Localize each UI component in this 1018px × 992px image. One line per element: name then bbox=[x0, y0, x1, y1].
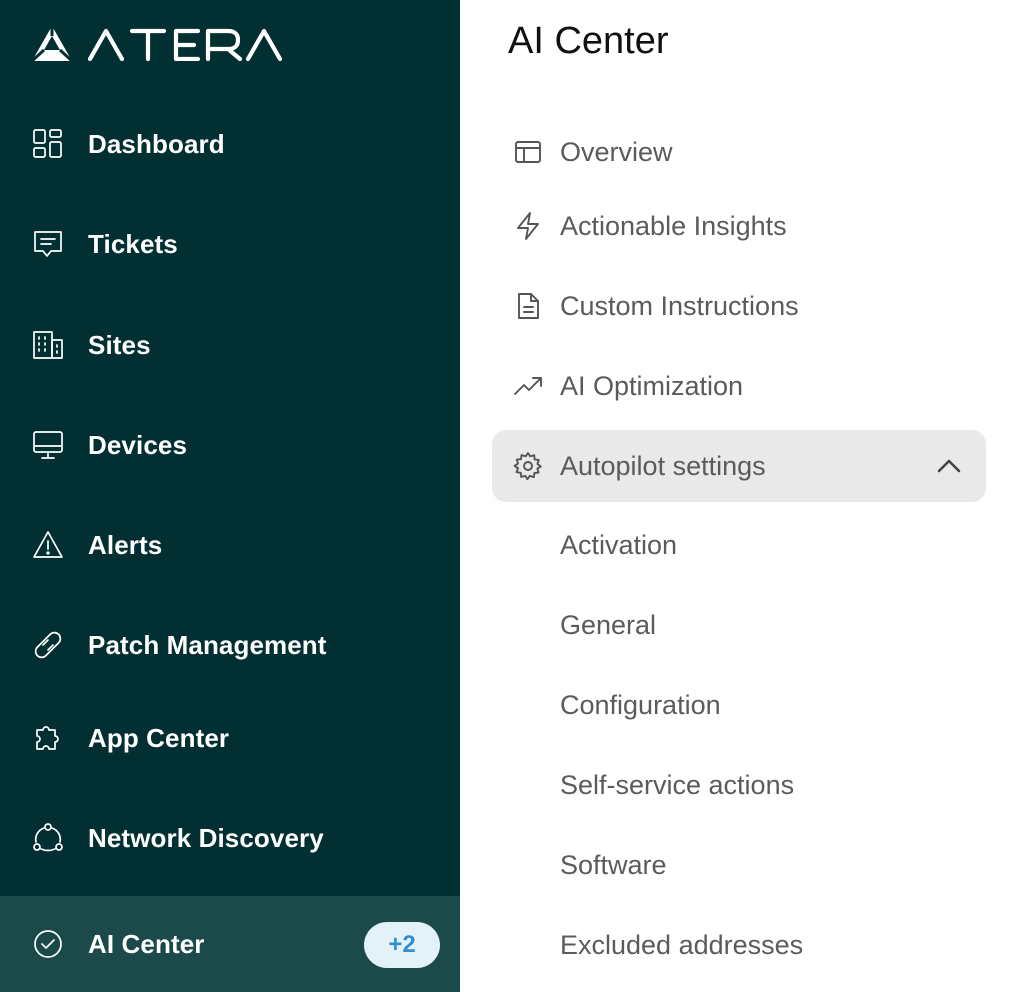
menu-item-label: Autopilot settings bbox=[560, 450, 766, 481]
sidebar-item-label: Network Discovery bbox=[88, 822, 324, 853]
sidebar-item-alerts[interactable]: Alerts bbox=[0, 515, 460, 575]
warning-triangle-icon bbox=[30, 527, 66, 563]
submenu-item-activation[interactable]: Activation bbox=[560, 520, 677, 570]
count-badge: +2 bbox=[364, 922, 440, 968]
sidebar-item-network-discovery[interactable]: Network Discovery bbox=[0, 808, 460, 868]
dashboard-grid-icon bbox=[30, 126, 66, 162]
menu-item-label: AI Optimization bbox=[560, 370, 744, 401]
monitor-icon bbox=[30, 427, 66, 463]
building-icon bbox=[30, 327, 66, 363]
sidebar-item-ai-center[interactable]: AI Center +2 bbox=[0, 896, 460, 992]
menu-item-overview[interactable]: Overview bbox=[492, 116, 986, 188]
sidebar: Dashboard Tickets Sites Devices Alerts P… bbox=[0, 0, 460, 992]
submenu-item-software[interactable]: Software bbox=[560, 840, 667, 890]
sidebar-item-label: Devices bbox=[88, 429, 187, 460]
menu-item-label: Actionable Insights bbox=[560, 210, 787, 241]
menu-item-autopilot-settings[interactable]: Autopilot settings bbox=[492, 430, 986, 502]
submenu-item-excluded-addresses[interactable]: Excluded addresses bbox=[560, 920, 803, 970]
sidebar-item-label: Patch Management bbox=[88, 629, 327, 660]
sidebar-item-patch-management[interactable]: Patch Management bbox=[0, 615, 460, 675]
sidebar-item-label: Alerts bbox=[88, 529, 163, 560]
sidebar-item-label: App Center bbox=[88, 722, 230, 753]
page-title: AI Center bbox=[508, 20, 669, 62]
gear-icon bbox=[512, 450, 544, 482]
menu-item-label: Overview bbox=[560, 136, 673, 167]
trending-up-icon bbox=[512, 370, 544, 402]
menu-item-custom-instructions[interactable]: Custom Instructions bbox=[492, 270, 986, 342]
atera-logo-icon bbox=[30, 26, 74, 63]
sidebar-item-devices[interactable]: Devices bbox=[0, 415, 460, 475]
menu-item-label: Custom Instructions bbox=[560, 290, 799, 321]
network-icon bbox=[30, 820, 66, 856]
lightning-icon bbox=[512, 210, 544, 242]
atera-logo[interactable] bbox=[30, 24, 284, 64]
puzzle-icon bbox=[30, 720, 66, 756]
submenu-item-self-service-actions[interactable]: Self-service actions bbox=[560, 760, 794, 810]
chat-ticket-icon bbox=[30, 226, 66, 262]
document-icon bbox=[512, 290, 544, 322]
sidebar-item-sites[interactable]: Sites bbox=[0, 315, 460, 375]
sidebar-item-tickets[interactable]: Tickets bbox=[0, 214, 460, 274]
sidebar-item-dashboard[interactable]: Dashboard bbox=[0, 114, 460, 174]
layout-icon bbox=[512, 136, 544, 168]
sidebar-item-label: Tickets bbox=[88, 228, 178, 259]
check-circle-icon bbox=[30, 926, 66, 962]
chevron-up-icon[interactable] bbox=[934, 451, 964, 481]
menu-item-ai-optimization[interactable]: AI Optimization bbox=[492, 350, 986, 422]
sidebar-item-app-center[interactable]: App Center bbox=[0, 708, 460, 768]
submenu-item-configuration[interactable]: Configuration bbox=[560, 680, 721, 730]
atera-wordmark bbox=[88, 24, 284, 64]
sidebar-item-label: AI Center bbox=[88, 928, 205, 959]
menu-item-actionable-insights[interactable]: Actionable Insights bbox=[492, 190, 986, 262]
sidebar-item-label: Sites bbox=[88, 329, 151, 360]
submenu-item-general[interactable]: General bbox=[560, 600, 656, 650]
sidebar-item-label: Dashboard bbox=[88, 128, 225, 159]
bandage-icon bbox=[30, 627, 66, 663]
